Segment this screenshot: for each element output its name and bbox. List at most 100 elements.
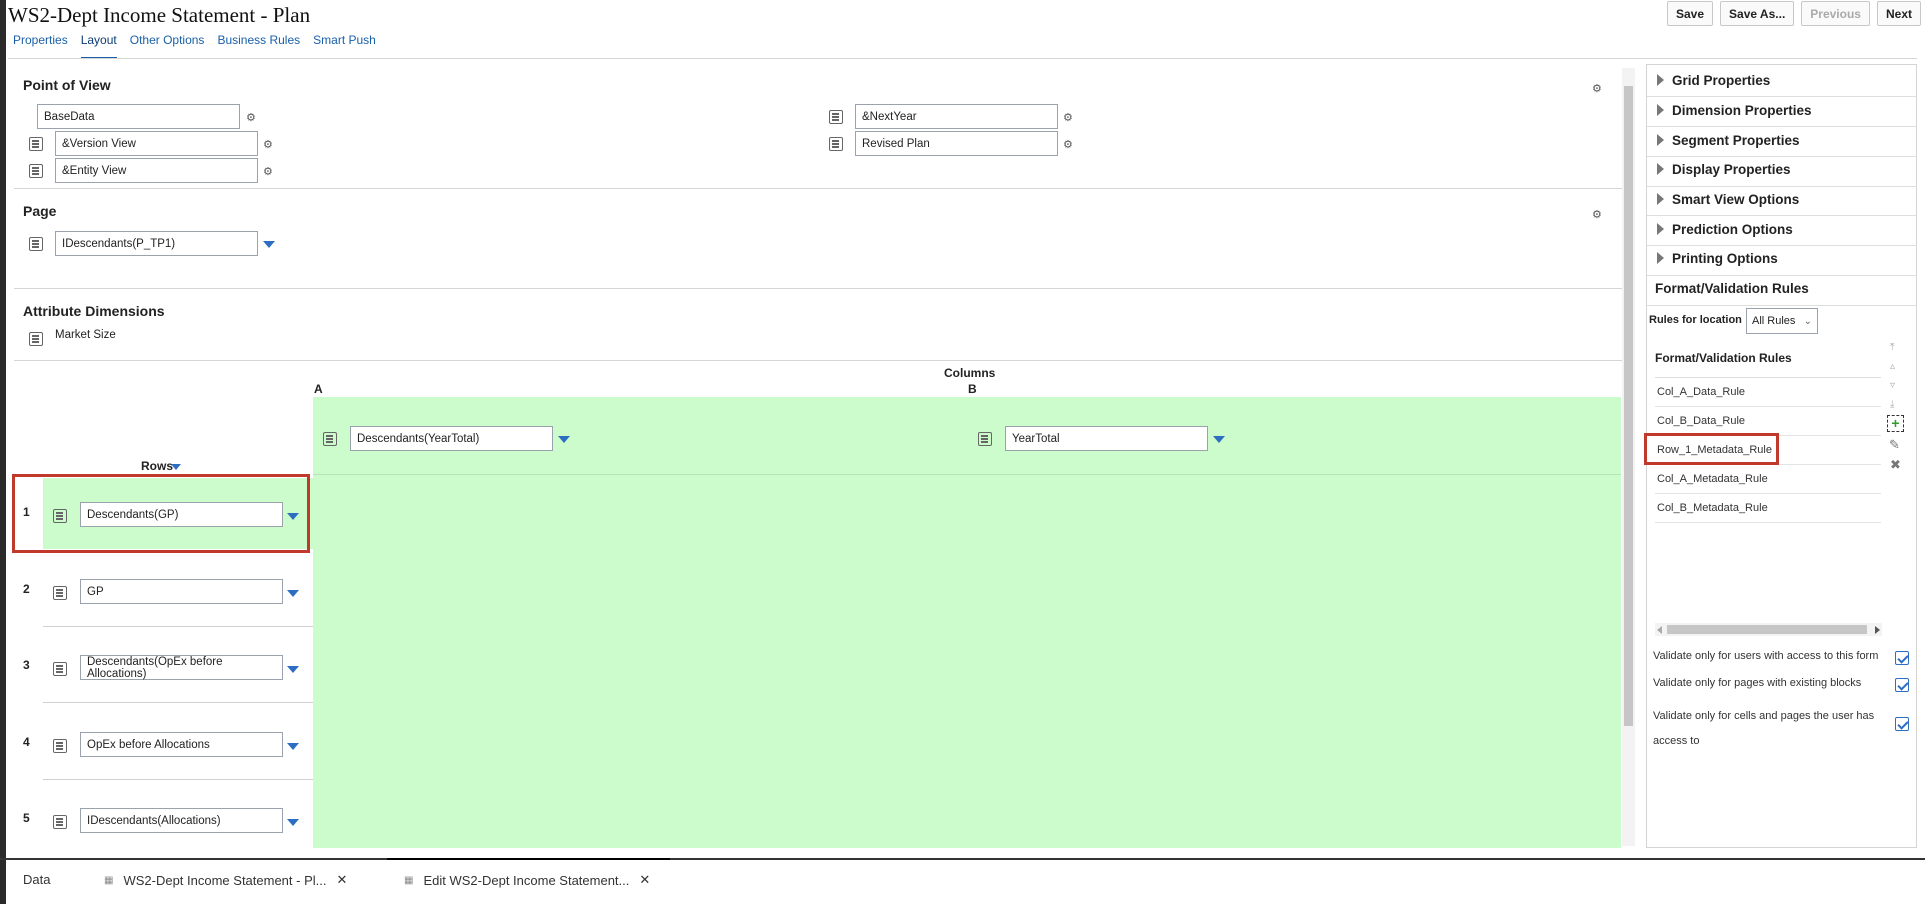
rows-dropdown-icon[interactable] xyxy=(171,464,181,470)
close-icon[interactable]: ✕ xyxy=(639,872,650,888)
member-selector-icon[interactable] xyxy=(29,237,43,251)
row-number[interactable]: 2 xyxy=(23,582,30,596)
rule-item[interactable]: Col_A_Data_Rule xyxy=(1655,378,1881,407)
scroll-right-icon[interactable] xyxy=(1875,626,1880,634)
pov-nextyear-settings-icon[interactable]: ⚙ xyxy=(1063,111,1079,124)
save-as-button[interactable]: Save As... xyxy=(1720,1,1795,26)
member-selector-icon[interactable] xyxy=(53,739,67,753)
tab-smart-push[interactable]: Smart Push xyxy=(313,33,376,59)
previous-button[interactable]: Previous xyxy=(1801,1,1870,26)
option-checkbox[interactable] xyxy=(1895,651,1909,665)
edit-pencil-icon[interactable]: ✎ xyxy=(1889,437,1900,453)
pov-revised-plan-settings-icon[interactable]: ⚙ xyxy=(1063,138,1079,151)
member-selector-icon[interactable] xyxy=(29,137,43,151)
member-selector-icon[interactable] xyxy=(53,586,67,600)
bottom-tab-data[interactable]: Data xyxy=(23,872,50,887)
member-selector-icon[interactable] xyxy=(829,137,843,151)
next-button[interactable]: Next xyxy=(1876,1,1921,26)
pov-field-revised-plan[interactable]: Revised Plan xyxy=(855,131,1058,156)
tab-layout[interactable]: Layout xyxy=(80,33,117,59)
rules-horizontal-scrollbar[interactable] xyxy=(1655,623,1882,636)
page-field[interactable]: IDescendants(P_TP1) xyxy=(55,231,258,256)
member-selector-icon[interactable] xyxy=(323,432,337,446)
row-number[interactable]: 4 xyxy=(23,735,30,749)
row-field[interactable]: OpEx before Allocations xyxy=(80,732,283,757)
option-label: Validate only for pages with existing bl… xyxy=(1653,677,1862,689)
add-rule-icon[interactable]: + xyxy=(1887,415,1904,432)
page-settings-icon[interactable]: ⚙ xyxy=(1592,208,1608,221)
tab-business-rules[interactable]: Business Rules xyxy=(217,33,300,59)
row-number[interactable]: 3 xyxy=(23,658,30,672)
pov-version-settings-icon[interactable]: ⚙ xyxy=(263,138,279,151)
column-b-field[interactable]: YearTotal xyxy=(1005,426,1208,451)
pov-entity-settings-icon[interactable]: ⚙ xyxy=(263,165,279,178)
rules-for-location-label: Rules for location xyxy=(1649,314,1742,326)
rules-for-location-select[interactable]: All Rules ⌄ xyxy=(1746,308,1818,334)
scrollbar-thumb[interactable] xyxy=(1667,625,1867,634)
pov-basedata-settings-icon[interactable]: ⚙ xyxy=(246,111,262,124)
save-button[interactable]: Save xyxy=(1666,1,1714,26)
pov-field-basedata[interactable]: BaseData xyxy=(37,104,240,129)
scroll-left-icon[interactable] xyxy=(1657,626,1662,634)
bottom-tab-edit-form[interactable]: ▦ Edit WS2-Dept Income Statement... ✕ xyxy=(404,872,650,888)
row-dropdown-icon[interactable] xyxy=(287,743,299,750)
smart-view-options-section[interactable]: Smart View Options xyxy=(1657,192,1799,207)
row-divider xyxy=(43,779,313,780)
row-number[interactable]: 5 xyxy=(23,811,30,825)
rules-list-header: Format/Validation Rules xyxy=(1655,351,1792,365)
move-top-icon[interactable]: ⤒ xyxy=(1890,342,1894,353)
member-selector-icon[interactable] xyxy=(53,662,67,676)
fv-rules-title[interactable]: Format/Validation Rules xyxy=(1655,281,1809,296)
row-field[interactable]: Descendants(OpEx before Allocations) xyxy=(80,655,283,680)
close-icon[interactable]: ✕ xyxy=(336,872,347,888)
member-selector-icon[interactable] xyxy=(829,110,843,124)
move-bottom-icon[interactable]: ⤓ xyxy=(1890,399,1894,410)
bottom-tab-form[interactable]: ▦ WS2-Dept Income Statement - Pl... ✕ xyxy=(104,872,347,888)
tab-properties[interactable]: Properties xyxy=(13,33,68,59)
page-dropdown-icon[interactable] xyxy=(263,241,275,248)
rule-item[interactable]: Col_B_Data_Rule xyxy=(1655,407,1881,436)
move-up-icon[interactable]: ▵ xyxy=(1890,361,1895,372)
column-b-dropdown-icon[interactable] xyxy=(1213,436,1225,443)
member-selector-icon[interactable] xyxy=(29,332,43,346)
column-a-dropdown-icon[interactable] xyxy=(558,436,570,443)
pov-field-version[interactable]: &Version View xyxy=(55,131,258,156)
section-divider xyxy=(1647,186,1917,187)
tab-other-options[interactable]: Other Options xyxy=(130,33,205,59)
column-a-field[interactable]: Descendants(YearTotal) xyxy=(350,426,553,451)
rule-item[interactable]: Col_A_Metadata_Rule xyxy=(1655,465,1881,494)
move-down-icon[interactable]: ▿ xyxy=(1890,380,1895,391)
delete-icon[interactable]: ✖ xyxy=(1890,457,1901,473)
dimension-properties-section[interactable]: Dimension Properties xyxy=(1657,103,1812,118)
bottom-tab-label: WS2-Dept Income Statement - Pl... xyxy=(123,872,327,888)
member-selector-icon[interactable] xyxy=(53,815,67,829)
rows-label: Rows xyxy=(141,459,174,473)
option-checkbox[interactable] xyxy=(1895,717,1909,731)
row-field[interactable]: GP xyxy=(80,579,283,604)
layout-vertical-scrollbar[interactable] xyxy=(1622,68,1635,846)
row-dropdown-icon[interactable] xyxy=(287,590,299,597)
printing-options-section[interactable]: Printing Options xyxy=(1657,251,1778,266)
prediction-options-section[interactable]: Prediction Options xyxy=(1657,222,1793,237)
active-tab-indicator xyxy=(387,858,670,860)
pov-field-entity[interactable]: &Entity View xyxy=(55,158,258,183)
member-selector-icon[interactable] xyxy=(978,432,992,446)
column-b-header[interactable]: B xyxy=(968,382,977,396)
row-field[interactable]: IDescendants(Allocations) xyxy=(80,808,283,833)
rule-item[interactable]: Col_B_Metadata_Rule xyxy=(1655,494,1881,523)
row-dropdown-icon[interactable] xyxy=(287,819,299,826)
scrollbar-thumb[interactable] xyxy=(1624,86,1633,726)
display-properties-section[interactable]: Display Properties xyxy=(1657,162,1791,177)
row-dropdown-icon[interactable] xyxy=(287,666,299,673)
segment-properties-section[interactable]: Segment Properties xyxy=(1657,133,1800,148)
pov-settings-icon[interactable]: ⚙ xyxy=(1592,82,1608,95)
option-checkbox[interactable] xyxy=(1895,678,1909,692)
column-header-divider xyxy=(313,474,1621,475)
grid-properties-section[interactable]: Grid Properties xyxy=(1657,73,1770,88)
column-a-header[interactable]: A xyxy=(314,382,323,396)
pov-field-nextyear[interactable]: &NextYear xyxy=(855,104,1058,129)
left-edge-bar xyxy=(0,0,6,904)
attribute-item[interactable]: Market Size xyxy=(55,329,116,341)
selected-rule-highlight-box xyxy=(1644,433,1779,465)
member-selector-icon[interactable] xyxy=(29,164,43,178)
